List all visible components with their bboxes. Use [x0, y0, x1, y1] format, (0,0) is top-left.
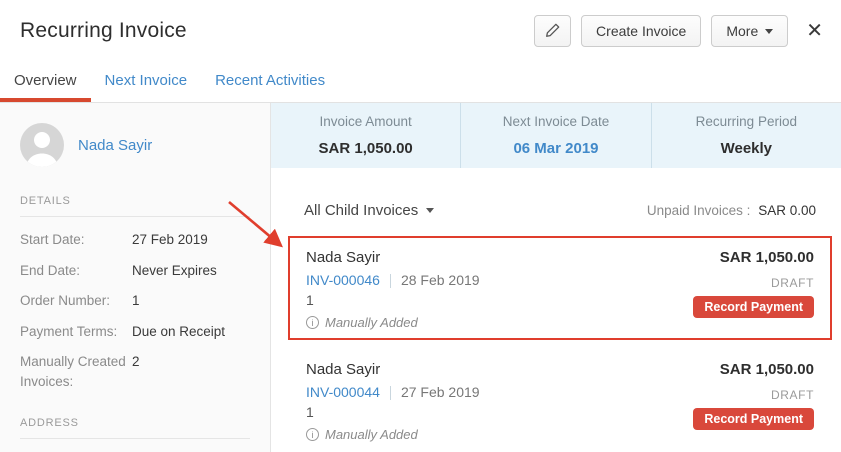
record-payment-button[interactable]: Record Payment [693, 296, 814, 318]
summary-bar: Invoice Amount SAR 1,050.00 Next Invoice… [271, 103, 841, 168]
detail-row-order-number: Order Number: 1 [20, 291, 250, 311]
detail-label: Start Date: [20, 230, 132, 250]
address-section: ADDRESS Billing Address [20, 417, 250, 452]
invoice-order-number: 1 [306, 292, 480, 309]
invoice-note: i Manually Added [306, 315, 480, 330]
summary-recurring-period: Recurring Period Weekly [651, 103, 841, 168]
filter-label: All Child Invoices [304, 202, 418, 219]
main-panel: Invoice Amount SAR 1,050.00 Next Invoice… [271, 103, 841, 452]
address-heading: ADDRESS [20, 417, 250, 439]
detail-value: 27 Feb 2019 [132, 230, 208, 250]
summary-label: Next Invoice Date [503, 114, 610, 129]
close-icon[interactable]: ✕ [806, 21, 823, 41]
unpaid-invoices-value: SAR 0.00 [758, 203, 816, 218]
summary-value: SAR 1,050.00 [319, 140, 413, 157]
info-icon: i [306, 428, 319, 441]
vertical-divider [390, 274, 391, 288]
page-title: Recurring Invoice [20, 19, 187, 43]
tab-recent-activities[interactable]: Recent Activities [201, 62, 339, 102]
invoice-card[interactable]: Nada Sayir INV-000044 27 Feb 2019 1 i Ma… [288, 348, 832, 452]
invoice-number-row: INV-000044 27 Feb 2019 [306, 383, 480, 402]
detail-row-end-date: End Date: Never Expires [20, 261, 250, 281]
invoice-amount: SAR 1,050.00 [720, 360, 814, 380]
more-button[interactable]: More [711, 15, 788, 47]
tab-bar: Overview Next Invoice Recent Activities [0, 62, 841, 103]
summary-value: Weekly [721, 140, 772, 157]
record-payment-button[interactable]: Record Payment [693, 408, 814, 430]
invoice-date: 28 Feb 2019 [401, 271, 480, 290]
tab-overview[interactable]: Overview [0, 62, 91, 102]
invoice-note-text: Manually Added [325, 427, 418, 442]
invoice-customer-name: Nada Sayir [306, 248, 480, 268]
caret-down-icon [765, 29, 773, 34]
detail-row-start-date: Start Date: 27 Feb 2019 [20, 230, 250, 250]
detail-row-manually-created: Manually Created Invoices: 2 [20, 352, 250, 391]
sidebar: Nada Sayir DETAILS Start Date: 27 Feb 20… [0, 103, 271, 452]
child-invoices-filter-dropdown[interactable]: All Child Invoices [304, 202, 434, 219]
summary-label: Invoice Amount [320, 114, 412, 129]
invoice-list-toolbar: All Child Invoices Unpaid Invoices : SAR… [288, 202, 832, 219]
invoice-card-amounts: SAR 1,050.00 DRAFT Record Payment [693, 360, 814, 442]
detail-label: Payment Terms: [20, 322, 132, 342]
detail-value: 2 [132, 352, 140, 391]
invoice-customer-name: Nada Sayir [306, 360, 480, 380]
page-header: Recurring Invoice Create Invoice More ✕ [0, 0, 841, 62]
invoice-date: 27 Feb 2019 [401, 383, 480, 402]
invoice-amount: SAR 1,050.00 [720, 248, 814, 268]
customer-summary: Nada Sayir [20, 123, 250, 167]
unpaid-invoices-summary: Unpaid Invoices : SAR 0.00 [647, 203, 816, 218]
invoice-status-badge: DRAFT [771, 388, 814, 402]
summary-invoice-amount: Invoice Amount SAR 1,050.00 [271, 103, 460, 168]
vertical-divider [390, 386, 391, 400]
invoice-list: All Child Invoices Unpaid Invoices : SAR… [271, 168, 841, 452]
invoice-card-amounts: SAR 1,050.00 DRAFT Record Payment [693, 248, 814, 330]
detail-label: Manually Created Invoices: [20, 352, 132, 391]
summary-label: Recurring Period [696, 114, 797, 129]
pencil-icon [545, 22, 561, 41]
invoice-status-badge: DRAFT [771, 276, 814, 290]
recurring-invoice-page: Recurring Invoice Create Invoice More ✕ … [0, 0, 841, 452]
invoice-number-link[interactable]: INV-000046 [306, 271, 380, 290]
invoice-number-link[interactable]: INV-000044 [306, 383, 380, 402]
detail-value: Due on Receipt [132, 322, 225, 342]
edit-button[interactable] [534, 15, 571, 47]
more-button-label: More [726, 23, 758, 39]
header-actions: Create Invoice More ✕ [534, 15, 823, 47]
invoice-note: i Manually Added [306, 427, 480, 442]
user-avatar-icon [20, 123, 64, 167]
invoice-number-row: INV-000046 28 Feb 2019 [306, 271, 480, 290]
details-heading: DETAILS [20, 195, 250, 217]
summary-next-invoice-date: Next Invoice Date 06 Mar 2019 [460, 103, 650, 168]
invoice-card-details: Nada Sayir INV-000046 28 Feb 2019 1 i Ma… [306, 248, 480, 330]
caret-down-icon [426, 208, 434, 213]
invoice-card-highlighted[interactable]: Nada Sayir INV-000046 28 Feb 2019 1 i Ma… [288, 236, 832, 340]
info-icon: i [306, 316, 319, 329]
detail-label: Order Number: [20, 291, 132, 311]
next-invoice-date-link[interactable]: 06 Mar 2019 [513, 140, 598, 157]
detail-label: End Date: [20, 261, 132, 281]
detail-value: 1 [132, 291, 140, 311]
unpaid-invoices-label: Unpaid Invoices : [647, 203, 751, 218]
tab-next-invoice[interactable]: Next Invoice [91, 62, 202, 102]
invoice-card-details: Nada Sayir INV-000044 27 Feb 2019 1 i Ma… [306, 360, 480, 442]
invoice-order-number: 1 [306, 404, 480, 421]
create-invoice-button[interactable]: Create Invoice [581, 15, 701, 47]
invoice-note-text: Manually Added [325, 315, 418, 330]
customer-name-link[interactable]: Nada Sayir [78, 137, 152, 154]
detail-value: Never Expires [132, 261, 217, 281]
detail-row-payment-terms: Payment Terms: Due on Receipt [20, 322, 250, 342]
page-body: Nada Sayir DETAILS Start Date: 27 Feb 20… [0, 103, 841, 452]
